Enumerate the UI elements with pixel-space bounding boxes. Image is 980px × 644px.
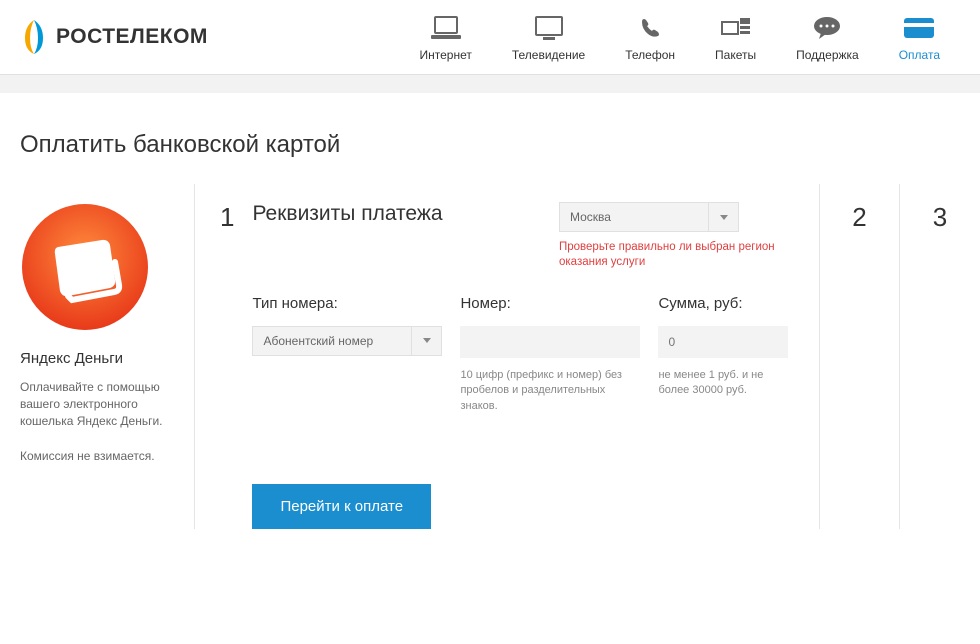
number-label: Номер: xyxy=(460,295,640,312)
yandex-money-icon xyxy=(20,202,150,332)
step-2-indicator[interactable]: 2 xyxy=(820,184,900,529)
phone-icon xyxy=(632,12,668,44)
nav-label-internet: Интернет xyxy=(420,48,472,62)
nav-phone[interactable]: Телефон xyxy=(605,2,695,72)
commission-note: Комиссия не взимается. xyxy=(20,449,179,463)
nav-tv[interactable]: Телевидение xyxy=(492,2,605,72)
laptop-icon xyxy=(428,12,464,44)
number-input[interactable] xyxy=(460,326,640,358)
card-icon xyxy=(901,12,937,44)
region-warning: Проверьте правильно ли выбран регион ока… xyxy=(559,240,809,270)
step-1-number: 1 xyxy=(220,202,234,233)
page-title: Оплатить банковской картой xyxy=(0,93,980,184)
amount-input[interactable] xyxy=(658,326,788,358)
method-title: Яндекс Деньги xyxy=(20,350,179,367)
nav-payment[interactable]: Оплата xyxy=(879,2,960,72)
chat-icon xyxy=(809,12,845,44)
rostelecom-logo-icon xyxy=(20,18,48,56)
nav-internet[interactable]: Интернет xyxy=(400,2,492,72)
payment-form: 1 Реквизиты платежа Москва Проверьте пра… xyxy=(195,184,820,529)
tv-icon xyxy=(531,12,567,44)
type-selected: Абонентский номер xyxy=(253,334,411,348)
payment-method-sidebar: Яндекс Деньги Оплачивайте с помощью ваше… xyxy=(20,184,195,529)
nav-label-support: Поддержка xyxy=(796,48,859,62)
logo[interactable]: РОСТЕЛЕКОМ xyxy=(20,18,208,56)
next-steps: 2 3 xyxy=(820,184,980,529)
chevron-down-icon xyxy=(411,327,441,355)
amount-hint: не менее 1 руб. и не более 30000 руб. xyxy=(658,368,788,399)
region-selected: Москва xyxy=(560,210,708,224)
nav-label-payment: Оплата xyxy=(899,48,940,62)
step-3-indicator[interactable]: 3 xyxy=(900,184,980,529)
step-1-title: Реквизиты платежа xyxy=(252,202,442,226)
main-content: Яндекс Деньги Оплачивайте с помощью ваше… xyxy=(0,184,980,529)
nav-support[interactable]: Поддержка xyxy=(776,2,879,72)
header: РОСТЕЛЕКОМ Интернет Телевидение Телефон … xyxy=(0,0,980,75)
nav-label-tv: Телевидение xyxy=(512,48,585,62)
main-nav: Интернет Телевидение Телефон Пакеты Подд… xyxy=(400,2,961,72)
nav-label-packages: Пакеты xyxy=(715,48,756,62)
packages-icon xyxy=(718,12,754,44)
logo-text: РОСТЕЛЕКОМ xyxy=(56,25,208,49)
region-dropdown[interactable]: Москва xyxy=(559,202,739,232)
proceed-payment-button[interactable]: Перейти к оплате xyxy=(252,484,431,529)
number-hint: 10 цифр (префикс и номер) без пробелов и… xyxy=(460,368,640,414)
number-type-dropdown[interactable]: Абонентский номер xyxy=(252,326,442,356)
type-label: Тип номера: xyxy=(252,295,442,312)
nav-packages[interactable]: Пакеты xyxy=(695,2,776,72)
nav-label-phone: Телефон xyxy=(625,48,675,62)
amount-label: Сумма, руб: xyxy=(658,295,788,312)
method-description: Оплачивайте с помощью вашего электронног… xyxy=(20,379,179,429)
divider-strip xyxy=(0,75,980,93)
chevron-down-icon xyxy=(708,203,738,231)
